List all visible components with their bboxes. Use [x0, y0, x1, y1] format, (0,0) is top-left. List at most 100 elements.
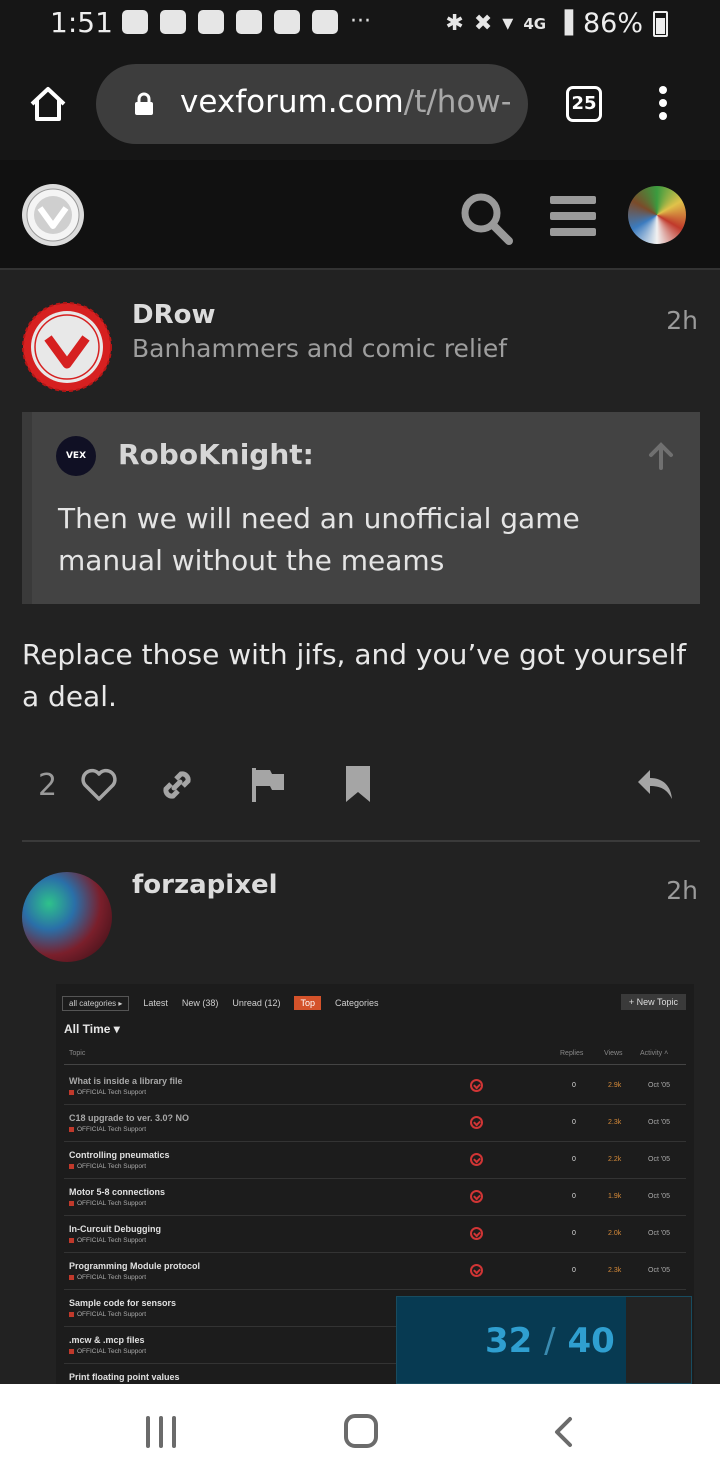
vex-forum-logo[interactable]: [20, 182, 86, 248]
categories-dropdown: all categories ▸: [62, 995, 130, 1011]
quote-block: VEX RoboKnight: Then we will need an uno…: [22, 412, 700, 604]
youtube-icon-2: [274, 10, 300, 34]
hamburger-icon[interactable]: [550, 196, 596, 236]
signal-icon: ▐: [556, 11, 573, 36]
topic-replies: 0: [572, 1193, 576, 1200]
url-text[interactable]: vexforum.com/t/how-a: [180, 84, 510, 120]
topic-title: Programming Module protocol: [69, 1261, 201, 1271]
heart-icon[interactable]: [80, 768, 118, 802]
reply-icon[interactable]: [636, 768, 674, 802]
solved-badge-icon: [470, 1116, 483, 1129]
topic-activity: Oct '05: [648, 1230, 670, 1237]
topic-views: 1.9k: [608, 1193, 622, 1200]
poster-avatar[interactable]: [22, 872, 112, 962]
post-actions: 2: [0, 762, 720, 812]
discord-icon: [122, 10, 148, 34]
topic-category: OFFICIAL Tech Support: [69, 1200, 146, 1207]
topic-title: Print floating point values: [69, 1372, 180, 1382]
poster-username[interactable]: DRow: [132, 300, 215, 330]
nav-top: Top: [294, 996, 321, 1010]
header-replies: Replies: [560, 1050, 584, 1057]
quote-text: Then we will need an unofficial game man…: [58, 502, 580, 577]
system-icons: ✱ ✖ ▾ 4G ▐ 86%: [445, 8, 668, 39]
wifi-icon: ▾: [502, 11, 514, 36]
url-path: /t/how-a: [403, 84, 510, 120]
post-time[interactable]: 2h: [666, 306, 698, 335]
nav-new: New (38): [181, 998, 219, 1008]
poster-avatar[interactable]: [22, 302, 112, 392]
post-time[interactable]: 2h: [666, 876, 698, 905]
new-topic-button: + New Topic: [620, 994, 686, 1010]
progress-current: 32: [485, 1321, 533, 1361]
home-nav-icon[interactable]: [344, 1414, 378, 1448]
link-icon[interactable]: [158, 766, 196, 804]
table-row: What is inside a library file OFFICIAL Te…: [64, 1068, 686, 1105]
topic-category: OFFICIAL Tech Support: [69, 1274, 146, 1281]
solved-badge-icon: [470, 1227, 483, 1240]
status-bar: 1:51 ··· ✱ ✖ ▾ 4G ▐ 86%: [0, 0, 720, 50]
discord-icon-2: [160, 10, 186, 34]
quote-author: RoboKnight:: [118, 438, 314, 471]
reddit-icon: [312, 10, 338, 34]
table-row: Controlling pneumatics OFFICIAL Tech Supp…: [64, 1142, 686, 1179]
bookmark-icon[interactable]: [344, 764, 372, 804]
poster-username[interactable]: forzapixel: [132, 870, 278, 900]
solved-badge-icon: [470, 1153, 483, 1166]
mute-icon: ✖: [473, 11, 493, 36]
notification-icons: ···: [122, 10, 371, 34]
back-icon[interactable]: [552, 1416, 574, 1448]
nav-unread: Unread (12): [232, 998, 281, 1008]
topic-title: .mcw & .mcp files: [69, 1335, 145, 1345]
header-activity: Activity ˄: [640, 1050, 669, 1057]
like-count[interactable]: 2: [38, 768, 57, 803]
topic-category: OFFICIAL Tech Support: [69, 1126, 146, 1133]
current-user-avatar[interactable]: [628, 186, 686, 244]
header-views: Views: [604, 1050, 623, 1057]
progress-remaining: [626, 1297, 691, 1383]
topic-title: C18 upgrade to ver. 3.0? NO: [69, 1113, 190, 1123]
topic-category: OFFICIAL Tech Support: [69, 1163, 146, 1170]
progress-text: 32 / 40: [485, 1321, 615, 1361]
table-row: In-Curcuit Debugging OFFICIAL Tech Suppor…: [64, 1216, 686, 1253]
topic-activity: Oct '05: [648, 1156, 670, 1163]
lock-icon: [135, 92, 153, 115]
topic-title: Motor 5-8 connections: [69, 1187, 166, 1197]
topic-replies: 0: [572, 1082, 576, 1089]
network-type: 4G: [523, 14, 547, 33]
arrow-up-icon[interactable]: [648, 442, 674, 470]
topic-views: 2.2k: [608, 1156, 622, 1163]
search-icon[interactable]: [458, 190, 514, 246]
poster-title: Banhammers and comic relief: [132, 334, 508, 363]
solved-badge-icon: [470, 1190, 483, 1203]
topic-category: OFFICIAL Tech Support: [69, 1237, 146, 1244]
topic-title: Controlling pneumatics: [69, 1150, 170, 1160]
progress-total: 40: [567, 1321, 615, 1361]
topic-category: OFFICIAL Tech Support: [69, 1348, 146, 1355]
status-time: 1:51: [50, 6, 113, 39]
recents-icon[interactable]: [144, 1416, 178, 1448]
topic-replies: 0: [572, 1230, 576, 1237]
topic-category: OFFICIAL Tech Support: [69, 1089, 146, 1096]
battery-percent: 86%: [582, 8, 643, 39]
topic-activity: Oct '05: [648, 1193, 670, 1200]
home-icon[interactable]: [28, 84, 68, 124]
url-bar[interactable]: vexforum.com/t/how-a: [96, 64, 528, 144]
nav-categories: Categories: [334, 998, 379, 1008]
header-topic: Topic: [69, 1050, 86, 1057]
topic-title: Sample code for sensors: [69, 1298, 177, 1308]
topic-replies: 0: [572, 1119, 576, 1126]
topic-views: 2.9k: [608, 1082, 622, 1089]
more-notifications-icon: ···: [350, 9, 371, 34]
topic-views: 2.3k: [608, 1267, 622, 1274]
topic-title: In-Curcuit Debugging: [69, 1224, 161, 1234]
message-icon: [198, 10, 224, 34]
topic-replies: 0: [572, 1267, 576, 1274]
table-row: C18 upgrade to ver. 3.0? NO OFFICIAL Tech…: [64, 1105, 686, 1142]
topic-activity: Oct '05: [648, 1082, 670, 1089]
flag-icon[interactable]: [250, 766, 286, 804]
browser-menu-icon[interactable]: [655, 86, 671, 126]
tabs-button[interactable]: 25: [566, 86, 602, 122]
topic-progress[interactable]: 32 / 40: [396, 1296, 692, 1384]
bluetooth-icon: ✱: [445, 11, 464, 36]
topic-category: OFFICIAL Tech Support: [69, 1311, 146, 1318]
